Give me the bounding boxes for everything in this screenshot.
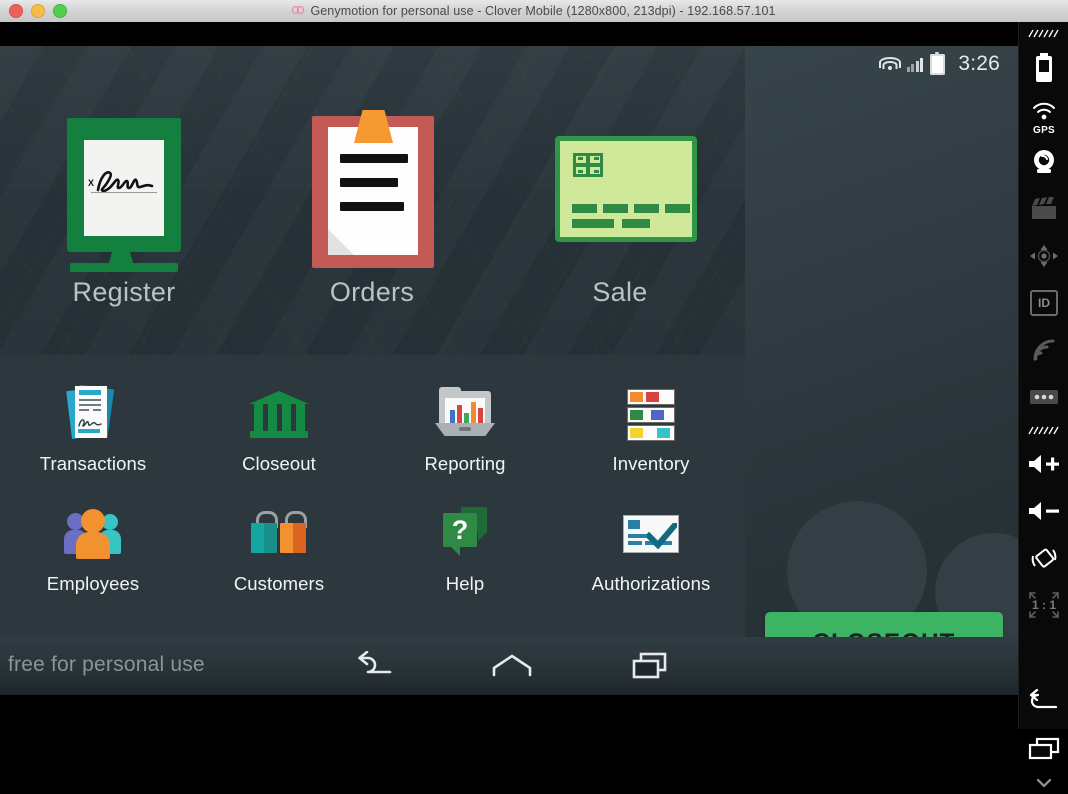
recents-button-icon[interactable] — [1019, 725, 1068, 772]
shopping-bags-icon — [247, 501, 311, 565]
app-window: Genymotion for personal use - Clover Mob… — [0, 0, 1068, 788]
rotate-screen-icon[interactable] — [1019, 534, 1068, 581]
device-bezel-bottom — [0, 695, 1018, 729]
battery-widget-icon[interactable] — [1019, 44, 1068, 91]
home-screen: X Register Orders Sale Transactions Clos… — [0, 46, 745, 695]
featured-apps-band: X Register Orders Sale — [0, 46, 745, 355]
home-nav-icon[interactable] — [472, 637, 552, 695]
recents-nav-icon[interactable] — [610, 637, 690, 695]
back-nav-icon[interactable] — [336, 637, 416, 695]
clipboard-icon — [307, 110, 437, 268]
back-button-icon[interactable] — [1019, 678, 1068, 725]
identifiers-icon[interactable]: ID — [1019, 279, 1068, 326]
app-closeout-label: Closeout — [242, 453, 316, 474]
app-help-label: Help — [445, 573, 485, 594]
window-titlebar: Genymotion for personal use - Clover Mob… — [0, 0, 1068, 23]
device-frame: X Register Orders Sale Transactions Clos… — [0, 22, 1018, 729]
app-help[interactable]: ? Help — [372, 475, 558, 595]
credit-card-icon — [555, 116, 697, 268]
window-title-label: Genymotion for personal use - Clover Mob… — [310, 4, 776, 18]
camera-widget-icon[interactable] — [1019, 138, 1068, 185]
device-bezel-top — [0, 22, 1018, 46]
app-inventory[interactable]: Inventory — [558, 355, 744, 475]
app-grid-row: Transactions Closeout Reporting Inventor… — [0, 355, 745, 475]
toolbar-drag-handle[interactable] — [1019, 22, 1068, 44]
clover-watermark — [745, 46, 1018, 695]
app-transactions-label: Transactions — [39, 453, 147, 474]
app-employees[interactable]: Employees — [0, 475, 186, 595]
wifi-icon — [878, 56, 901, 72]
app-reporting-label: Reporting — [424, 453, 506, 474]
more-options-icon[interactable] — [1019, 373, 1068, 420]
video-recorder-icon[interactable] — [1019, 185, 1068, 232]
people-group-icon — [61, 501, 125, 565]
app-authorizations-label: Authorizations — [591, 573, 711, 594]
app-closeout[interactable]: Closeout — [186, 355, 372, 475]
battery-icon — [930, 51, 946, 75]
zoom-ratio-label: 1 : 1 — [1032, 598, 1056, 612]
genymotion-watermark-text: free for personal use — [8, 653, 205, 676]
toolbar-divider-handle — [1019, 420, 1068, 440]
app-sale[interactable]: Sale — [496, 116, 744, 308]
app-transactions[interactable]: Transactions — [0, 355, 186, 475]
volume-up-icon[interactable] — [1019, 440, 1068, 487]
cellular-signal-icon — [906, 57, 924, 72]
receipt-signature-icon — [78, 419, 102, 427]
zoom-one-to-one-icon[interactable]: 1 : 1 — [1019, 581, 1068, 628]
android-navbar: free for personal use — [0, 637, 1018, 695]
checkmark-icon — [647, 523, 677, 549]
receipts-icon — [61, 381, 125, 445]
window-title-text: Genymotion for personal use - Clover Mob… — [0, 0, 1068, 22]
bank-building-icon — [247, 381, 311, 445]
network-widget-icon[interactable] — [1019, 326, 1068, 373]
app-customers-label: Customers — [233, 573, 325, 594]
app-inventory-label: Inventory — [612, 453, 690, 474]
side-panel: CLOSEOUT — [745, 46, 1018, 695]
app-reporting[interactable]: Reporting — [372, 355, 558, 475]
dpad-icon[interactable] — [1019, 232, 1068, 279]
genymotion-logo-icon — [292, 6, 305, 14]
card-check-icon — [619, 501, 683, 565]
app-orders-label: Orders — [329, 277, 415, 307]
app-register-label: Register — [72, 277, 176, 307]
app-register[interactable]: X Register — [0, 116, 248, 308]
gps-widget-icon[interactable]: GPS — [1019, 91, 1068, 138]
app-sale-label: Sale — [592, 277, 648, 307]
android-viewport: X Register Orders Sale Transactions Clos… — [0, 46, 1018, 695]
report-folder-chart-icon — [433, 381, 497, 445]
android-statusbar: 3:26 — [0, 46, 1018, 82]
app-authorizations[interactable]: Authorizations — [558, 475, 744, 595]
app-orders[interactable]: Orders — [248, 110, 496, 308]
question-mark-glyph: ? — [451, 514, 469, 545]
status-clock: 3:26 — [958, 52, 1000, 75]
app-customers[interactable]: Customers — [186, 475, 372, 595]
shelves-boxes-icon — [619, 381, 683, 445]
signature-terminal-icon: X — [59, 116, 189, 272]
gps-widget-label: GPS — [1032, 125, 1056, 136]
app-employees-label: Employees — [46, 573, 140, 594]
genymotion-toolbar: GPS ID 1: 1 — [1018, 22, 1068, 788]
identifiers-label: ID — [1030, 289, 1058, 316]
expand-toolbar-icon[interactable] — [1019, 772, 1068, 794]
question-bubble-icon: ? — [433, 501, 497, 565]
app-grid-row: Employees Customers ? Help Authorization… — [0, 475, 745, 595]
volume-down-icon[interactable] — [1019, 487, 1068, 534]
